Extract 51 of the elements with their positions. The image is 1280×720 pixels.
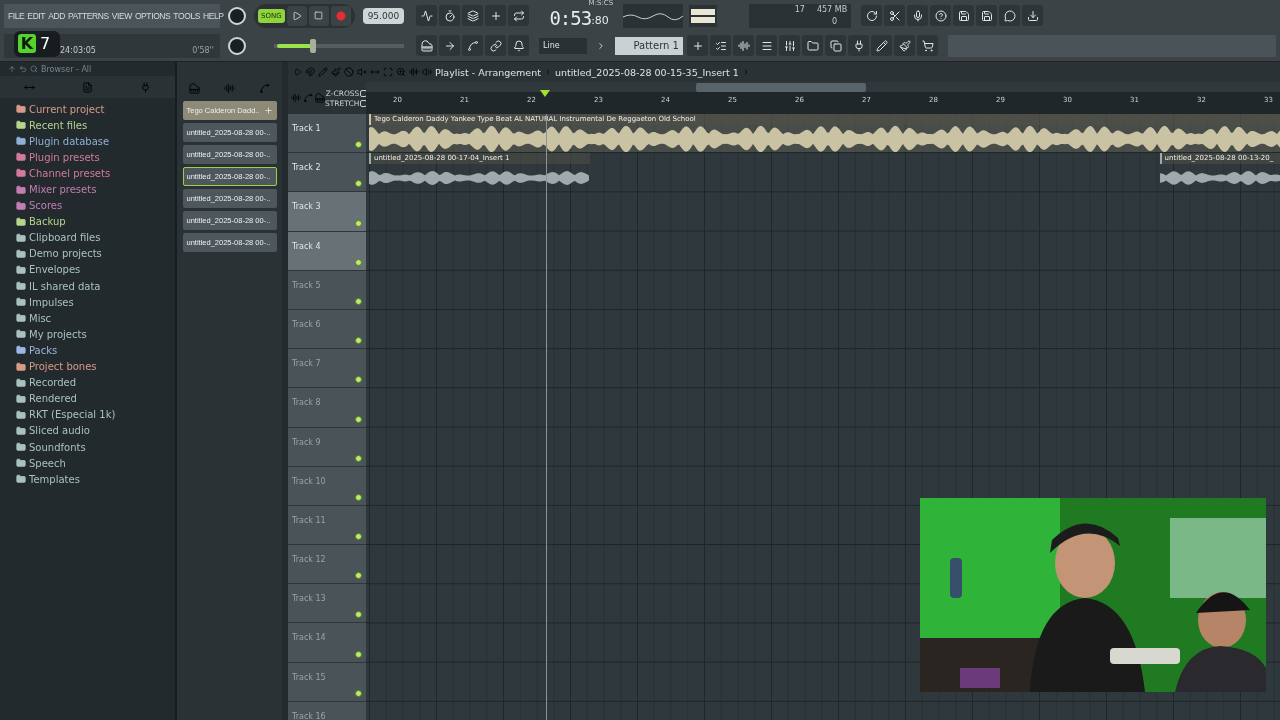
browser-item[interactable]: Impulses xyxy=(16,294,175,311)
browser-title: Browser - All xyxy=(41,64,92,74)
time-fraction: :80 xyxy=(591,13,609,29)
menu-item[interactable]: ADD xyxy=(48,10,65,21)
browser-item[interactable]: Channel presets xyxy=(16,165,175,182)
logo-letter: K xyxy=(18,34,36,53)
browser-item[interactable]: Misc xyxy=(16,310,175,327)
time-main: 0:53 xyxy=(549,6,592,29)
track-header[interactable]: Track 1 xyxy=(288,114,366,154)
length-text: 0'58'' xyxy=(192,45,214,55)
memory-usage: 457 MB xyxy=(816,5,848,14)
browser-item[interactable]: Envelopes xyxy=(16,261,175,279)
browser-item[interactable]: Mixer presets xyxy=(16,181,175,198)
browser-item[interactable]: My projects xyxy=(16,326,175,343)
browser-item[interactable]: Current project xyxy=(16,101,175,118)
track-header[interactable]: Track 4 xyxy=(288,231,366,271)
playlist-title: Playlist - Arrangement xyxy=(435,66,541,78)
browser-item[interactable]: Backup xyxy=(16,213,175,230)
browser-item[interactable]: Demo projects xyxy=(16,245,175,262)
browser-item[interactable]: Recorded xyxy=(16,374,175,391)
browser-item[interactable]: Project bones xyxy=(16,358,175,375)
browser-item[interactable]: Clipboard files xyxy=(16,229,175,246)
browser-item[interactable]: Sliced audio xyxy=(16,422,175,439)
badge-number: 7 xyxy=(40,34,51,53)
browser-item[interactable]: Soundfonts xyxy=(16,438,175,456)
browser-item[interactable]: IL shared data xyxy=(16,278,175,295)
browser-item[interactable]: Plugin presets xyxy=(16,149,175,166)
browser-item[interactable]: Plugin database xyxy=(16,133,175,150)
snap-select[interactable]: Line xyxy=(539,37,587,54)
menu-item[interactable]: OPTIONS xyxy=(134,10,171,21)
browser-item[interactable]: Rendered xyxy=(16,390,175,407)
track-header[interactable]: Track 3 xyxy=(288,192,366,232)
browser-item[interactable]: Templates xyxy=(16,471,175,488)
menu-item[interactable]: HELP xyxy=(203,10,224,21)
voice-count: 17 xyxy=(794,5,805,14)
cpu-count: 0 xyxy=(832,17,838,26)
menu-item[interactable]: VIEW xyxy=(111,10,132,21)
menu-item[interactable]: PATTERNS xyxy=(67,10,109,21)
track-header[interactable]: Track 2 xyxy=(288,153,366,193)
browser-item[interactable]: Packs xyxy=(16,342,175,359)
browser-item[interactable]: Speech xyxy=(16,455,175,472)
browser-item[interactable]: RKT (Especial 1k) xyxy=(16,406,175,423)
menu-item[interactable]: TOOLS xyxy=(173,10,201,21)
menu-item[interactable]: EDIT xyxy=(27,10,46,21)
clip-title: untitled_2025-08-28 00-15-35_Insert 1 xyxy=(554,66,739,78)
menu-item[interactable]: FILE xyxy=(8,10,25,21)
pattern-select[interactable]: Pattern 1 xyxy=(615,36,683,55)
browser-item[interactable]: Recent files xyxy=(16,117,175,134)
browser-item[interactable]: Scores xyxy=(16,197,175,214)
clock-text: 24:03:05 xyxy=(60,45,96,55)
tempo-display[interactable]: 95.000 xyxy=(362,7,405,24)
